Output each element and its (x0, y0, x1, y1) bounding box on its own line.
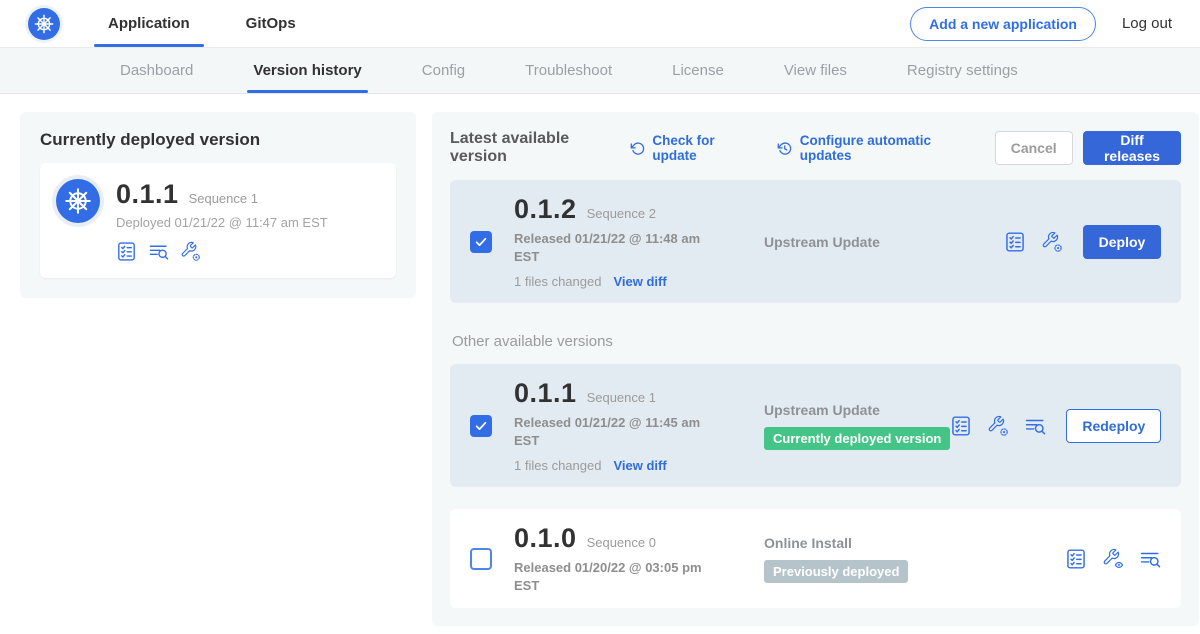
subnav-tab-troubleshoot[interactable]: Troubleshoot (525, 48, 612, 93)
kubernetes-logo-icon (28, 8, 60, 40)
clock-refresh-icon (777, 140, 793, 157)
version-info: 0.1.2 Sequence 2 Released 01/21/22 @ 11:… (514, 194, 714, 289)
checklist-icon[interactable] (116, 241, 137, 262)
redeploy-button[interactable]: Redeploy (1066, 409, 1161, 443)
version-actions: Deploy (1004, 225, 1162, 259)
version-checkbox[interactable] (470, 548, 492, 570)
view-diff-link[interactable]: View diff (613, 458, 666, 473)
version-number: 0.1.1 (514, 378, 577, 409)
checklist-icon[interactable] (1065, 548, 1087, 570)
released-timestamp: Released 01/21/22 @ 11:45 am EST (514, 414, 709, 449)
sequence-label: Sequence 1 (587, 390, 656, 405)
deployed-timestamp: Deployed 01/21/22 @ 11:47 am EST (116, 215, 328, 230)
files-changed-label: 1 files changed (514, 274, 601, 289)
version-source: Online Install Previously deployed (714, 535, 1065, 583)
version-card-0-1-1: 0.1.1 Sequence 1 Released 01/21/22 @ 11:… (450, 364, 1181, 487)
subnav-tab-license[interactable]: License (672, 48, 724, 93)
wrench-gear-icon[interactable] (180, 241, 201, 262)
subnav-tab-dashboard[interactable]: Dashboard (120, 48, 193, 93)
add-application-button[interactable]: Add a new application (910, 7, 1096, 41)
top-nav-right: Add a new application Log out (910, 0, 1172, 47)
files-changed-label: 1 files changed (514, 458, 601, 473)
nav-tab-gitops[interactable]: GitOps (240, 0, 302, 47)
deployed-version-number: 0.1.1 (116, 179, 179, 210)
wrench-eye-icon[interactable] (1102, 548, 1124, 570)
version-number: 0.1.2 (514, 194, 577, 225)
check-icon (474, 419, 488, 433)
source-label: Upstream Update (764, 402, 880, 418)
main-content: Currently deployed version 0.1.1 Sequenc… (0, 94, 1200, 626)
version-checkbox[interactable] (470, 415, 492, 437)
app-kubernetes-icon (56, 179, 100, 223)
version-card-0-1-2: 0.1.2 Sequence 2 Released 01/21/22 @ 11:… (450, 180, 1181, 303)
currently-deployed-badge: Currently deployed version (764, 427, 950, 450)
checklist-icon[interactable] (1004, 231, 1026, 253)
version-actions: Redeploy (950, 409, 1161, 443)
cancel-button[interactable]: Cancel (995, 131, 1073, 165)
subnav-tab-registry-settings[interactable]: Registry settings (907, 48, 1018, 93)
file-search-icon[interactable] (1024, 415, 1046, 437)
check-for-update-link[interactable]: Check for update (630, 133, 753, 163)
deploy-button[interactable]: Deploy (1083, 225, 1162, 259)
checklist-icon[interactable] (950, 415, 972, 437)
logout-button[interactable]: Log out (1122, 15, 1172, 32)
sequence-label: Sequence 2 (587, 206, 656, 221)
deployed-version-card: 0.1.1 Sequence 1 Deployed 01/21/22 @ 11:… (40, 163, 396, 278)
subnav-tab-version-history[interactable]: Version history (253, 48, 361, 93)
sub-nav: Dashboard Version history Config Trouble… (0, 48, 1200, 94)
version-info: 0.1.0 Sequence 0 Released 01/20/22 @ 03:… (514, 523, 714, 594)
wrench-gear-icon[interactable] (1041, 231, 1063, 253)
source-label: Online Install (764, 535, 852, 551)
brand (28, 0, 60, 47)
sequence-label: Sequence 0 (587, 535, 656, 550)
currently-deployed-panel: Currently deployed version 0.1.1 Sequenc… (20, 112, 416, 298)
subnav-tab-view-files[interactable]: View files (784, 48, 847, 93)
version-info: 0.1.1 Sequence 1 Released 01/21/22 @ 11:… (514, 378, 714, 473)
file-search-icon[interactable] (148, 241, 169, 262)
source-label: Upstream Update (764, 234, 880, 250)
latest-panel-title: Latest available version (450, 130, 616, 166)
deployed-sequence-label: Sequence 1 (189, 191, 258, 206)
latest-available-panel: Latest available version Check for updat… (432, 112, 1199, 626)
nav-tab-application[interactable]: Application (102, 0, 196, 47)
latest-header: Latest available version Check for updat… (450, 130, 1181, 166)
released-timestamp: Released 01/21/22 @ 11:48 am EST (514, 230, 709, 265)
version-source: Upstream Update (714, 234, 1004, 250)
configure-updates-link[interactable]: Configure automatic updates (777, 133, 971, 163)
version-card-0-1-0: 0.1.0 Sequence 0 Released 01/20/22 @ 03:… (450, 509, 1181, 608)
released-timestamp: Released 01/20/22 @ 03:05 pm EST (514, 559, 709, 594)
version-checkbox[interactable] (470, 231, 492, 253)
diff-releases-button[interactable]: Diff releases (1083, 131, 1182, 165)
version-actions (1065, 548, 1161, 570)
file-search-icon[interactable] (1139, 548, 1161, 570)
check-icon (474, 235, 488, 249)
top-tabs: Application GitOps (102, 0, 302, 47)
refresh-icon (630, 140, 646, 157)
wrench-gear-icon[interactable] (987, 415, 1009, 437)
version-source: Upstream Update Currently deployed versi… (714, 402, 950, 450)
other-versions-title: Other available versions (452, 333, 1181, 350)
top-nav: Application GitOps Add a new application… (0, 0, 1200, 48)
deployed-version-details: 0.1.1 Sequence 1 Deployed 01/21/22 @ 11:… (116, 179, 328, 262)
previously-deployed-badge: Previously deployed (764, 560, 908, 583)
deployed-panel-title: Currently deployed version (40, 130, 396, 150)
version-number: 0.1.0 (514, 523, 577, 554)
subnav-tab-config[interactable]: Config (422, 48, 465, 93)
view-diff-link[interactable]: View diff (613, 274, 666, 289)
